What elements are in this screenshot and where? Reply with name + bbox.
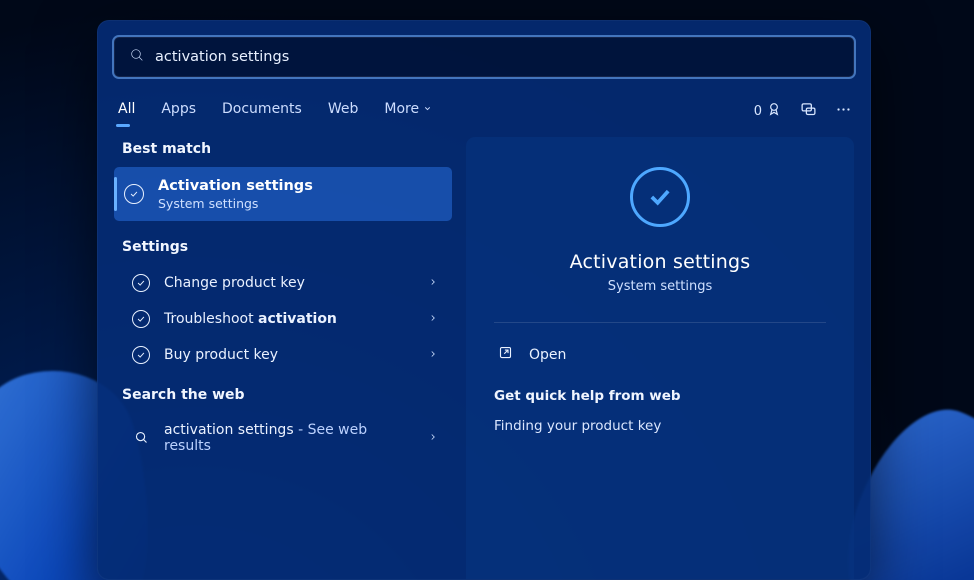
tab-apps[interactable]: Apps [159, 95, 198, 127]
ellipsis-icon [835, 101, 852, 122]
settings-header: Settings [114, 235, 452, 265]
search-input[interactable] [155, 49, 839, 65]
tab-all[interactable]: All [116, 95, 137, 127]
chat-icon-button[interactable] [800, 101, 817, 122]
check-circle-icon [132, 274, 150, 292]
check-circle-icon [132, 346, 150, 364]
more-options-button[interactable] [835, 101, 852, 122]
detail-subtitle: System settings [608, 279, 712, 294]
search-box[interactable] [114, 37, 854, 77]
rewards-button[interactable]: 0 [754, 101, 782, 121]
search-panel: All Apps Documents Web More 0 [97, 20, 871, 580]
tab-web[interactable]: Web [326, 95, 361, 127]
best-match-title: Activation settings [158, 177, 313, 196]
help-link-product-key[interactable]: Finding your product key [494, 418, 826, 434]
best-match-result[interactable]: Activation settings System settings [114, 167, 452, 221]
best-match-subtitle: System settings [158, 196, 313, 211]
list-item-label: Buy product key [164, 347, 414, 363]
tab-more-label: More [384, 101, 419, 117]
chevron-right-icon [428, 275, 438, 291]
list-item-label: Change product key [164, 275, 414, 291]
chat-icon [800, 101, 817, 122]
filter-tabs-row: All Apps Documents Web More 0 [114, 95, 854, 127]
web-result-item[interactable]: activation settings - See web results [114, 413, 452, 463]
best-match-header: Best match [114, 137, 452, 167]
quick-help-header: Get quick help from web [494, 388, 826, 404]
chevron-right-icon [428, 347, 438, 363]
settings-item-change-product-key[interactable]: Change product key [114, 265, 452, 301]
divider [494, 322, 826, 323]
medal-icon [766, 101, 782, 121]
open-external-icon [498, 345, 513, 364]
tab-more[interactable]: More [382, 95, 434, 127]
chevron-right-icon [428, 311, 438, 327]
detail-title: Activation settings [570, 251, 751, 273]
detail-pane: Activation settings System settings Open… [466, 137, 854, 579]
search-icon [132, 429, 150, 447]
settings-item-troubleshoot-activation[interactable]: Troubleshoot activation [114, 301, 452, 337]
rewards-count: 0 [754, 104, 762, 119]
check-circle-icon [124, 184, 144, 204]
check-circle-large-icon [630, 167, 690, 227]
settings-item-buy-product-key[interactable]: Buy product key [114, 337, 452, 373]
open-action-label: Open [529, 347, 566, 363]
list-item-label: Troubleshoot activation [164, 311, 414, 327]
results-column: Best match Activation settings System se… [114, 137, 452, 579]
tab-documents[interactable]: Documents [220, 95, 304, 127]
search-web-header: Search the web [114, 383, 452, 413]
open-action[interactable]: Open [494, 339, 826, 370]
check-circle-icon [132, 310, 150, 328]
chevron-down-icon [423, 101, 432, 117]
list-item-label: activation settings - See web results [164, 422, 414, 454]
chevron-right-icon [428, 430, 438, 446]
search-icon [129, 47, 145, 67]
